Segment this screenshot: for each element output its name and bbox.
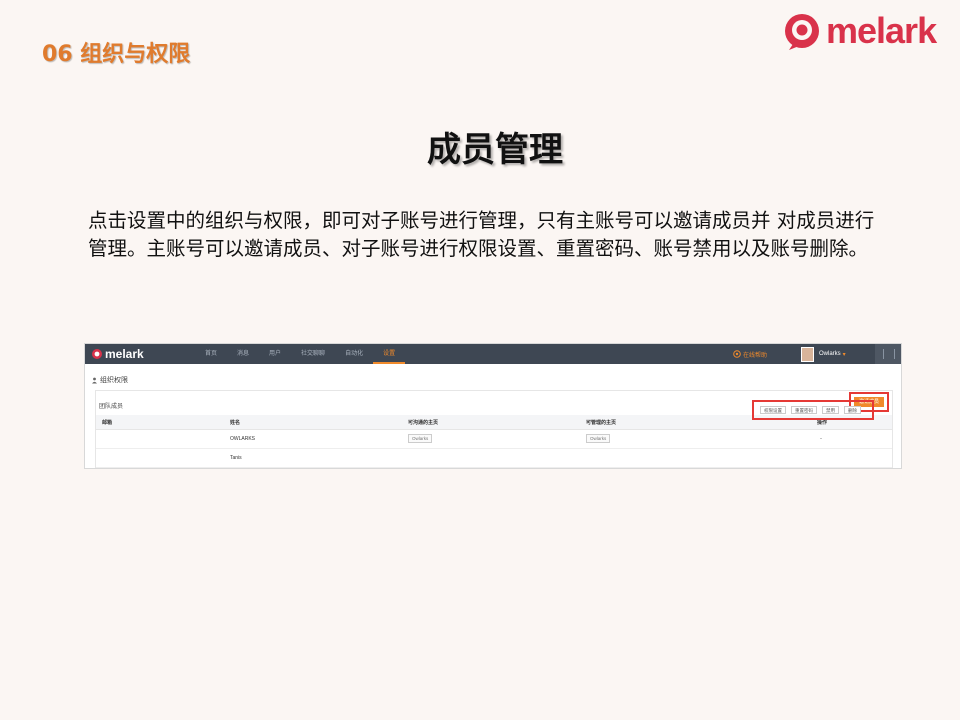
- permission-settings-button[interactable]: 权限设置: [760, 406, 786, 414]
- melark-logo-icon: [92, 349, 102, 359]
- nav-menu: 首页 消息 用户 社交聊聊 自动化 设置: [195, 344, 406, 364]
- slide-heading: 成员管理: [427, 130, 563, 170]
- nav-item-settings[interactable]: 设置: [373, 344, 406, 364]
- online-help-label: 在线帮助: [743, 352, 768, 359]
- melark-logo-icon: [785, 14, 819, 50]
- member-name: OWLARKS: [230, 436, 256, 442]
- app-logo[interactable]: melark: [91, 347, 191, 361]
- nav-item-home[interactable]: 首页: [195, 344, 227, 364]
- breadcrumb: 组织权限: [91, 375, 128, 385]
- reset-password-button[interactable]: 重置密码: [791, 406, 817, 414]
- col-actions: 操作: [817, 420, 828, 426]
- col-email: 邮箱: [102, 420, 113, 426]
- col-manageable-page: 可管理的主页: [586, 420, 617, 426]
- member-name: Tanis: [230, 455, 242, 461]
- chevron-down-icon: ▾: [842, 351, 846, 358]
- avatar: [801, 346, 814, 362]
- team-title: 团队成员: [99, 404, 124, 410]
- col-name: 姓名: [230, 420, 241, 426]
- manageable-page-tag: Owlarks: [586, 434, 611, 443]
- online-help-link[interactable]: 在线帮助: [733, 344, 767, 364]
- col-communicable-page: 可沟通的主页: [408, 420, 439, 426]
- top-navbar: melark 首页 消息 用户 社交聊聊 自动化 设置 在线帮助 Owlarks…: [85, 344, 901, 364]
- table-row[interactable]: Tanis: [96, 449, 892, 468]
- body-text: 点击设置中的组织与权限，即可对子账号进行管理，只有主账号可以邀请成员并 对成员进…: [88, 209, 875, 260]
- nav-item-social[interactable]: 社交聊聊: [291, 344, 335, 364]
- logo-text: melark: [826, 10, 937, 51]
- communicable-page-tag: Owlarks: [408, 434, 433, 443]
- melark-logo: melark: [782, 10, 937, 52]
- table-row[interactable]: OWLARKS Owlarks Owlarks -: [96, 430, 892, 449]
- section-title: 06 组织与权限: [42, 42, 191, 67]
- help-icon: [733, 350, 741, 358]
- row-action-placeholder: -: [820, 436, 822, 442]
- user-menu[interactable]: Owlarks ▾: [801, 344, 846, 364]
- side-panel-toggle[interactable]: [875, 344, 901, 364]
- disable-button[interactable]: 禁用: [822, 406, 839, 414]
- user-name: Owlarks: [819, 351, 841, 357]
- nav-item-automation[interactable]: 自动化: [335, 344, 373, 364]
- nav-item-messages[interactable]: 消息: [227, 344, 259, 364]
- nav-item-users[interactable]: 用户: [259, 344, 291, 364]
- app-brand: melark: [105, 347, 144, 361]
- actions-highlight-box: 权限设置 重置密码 禁用 删除: [752, 400, 874, 420]
- app-screenshot: melark 首页 消息 用户 社交聊聊 自动化 设置 在线帮助 Owlarks…: [84, 343, 902, 469]
- organization-icon: [92, 377, 97, 383]
- delete-button[interactable]: 删除: [844, 406, 861, 414]
- breadcrumb-label: 组织权限: [100, 377, 128, 384]
